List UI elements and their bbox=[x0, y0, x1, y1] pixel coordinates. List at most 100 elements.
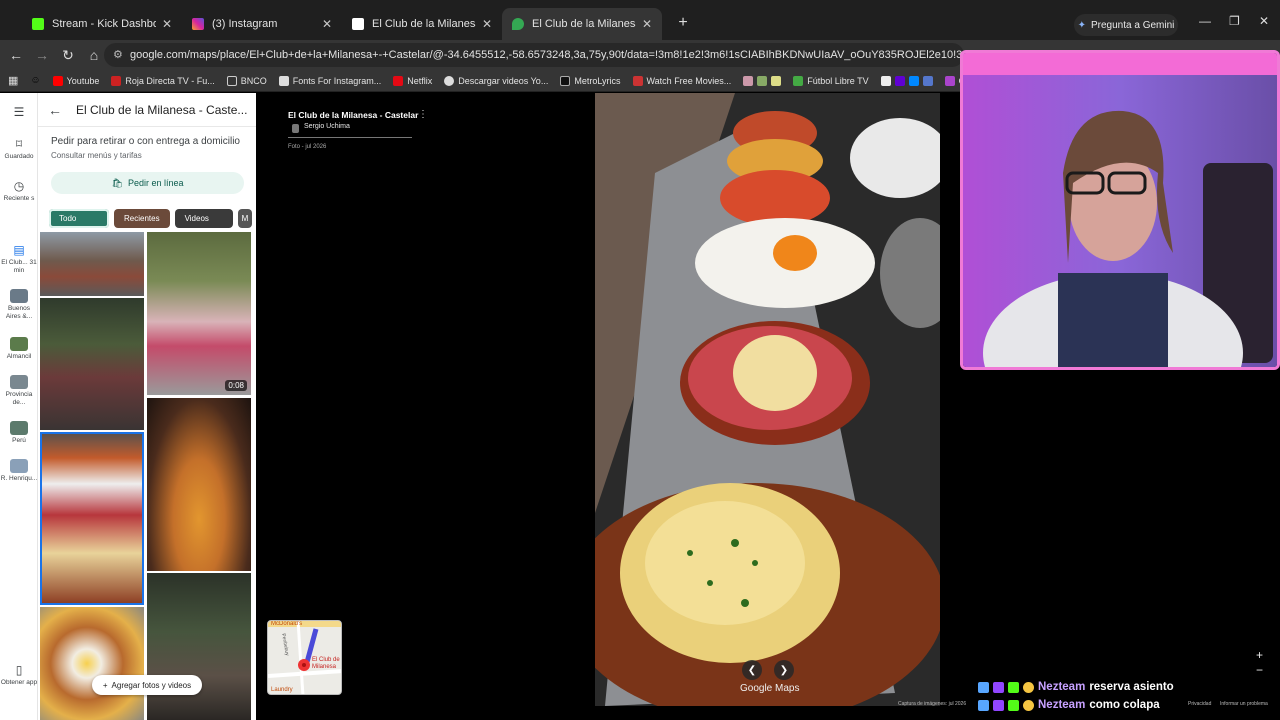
viewer-place-title[interactable]: El Club de la Milanesa - Castelar bbox=[288, 110, 418, 120]
mini-map-label: El Club de Milanesa bbox=[312, 657, 340, 670]
bookmark-metrolyrics[interactable]: MetroLyrics bbox=[560, 75, 621, 86]
rail-peru[interactable]: Perú bbox=[0, 421, 38, 445]
menu-link[interactable]: Consultar menús y tarifas bbox=[51, 151, 243, 160]
more-options-icon[interactable]: ⋮ bbox=[418, 109, 428, 120]
add-photos-button[interactable]: + Agregar fotos y videos bbox=[92, 675, 202, 695]
restore-icon[interactable]: ❐ bbox=[1229, 14, 1240, 28]
bookmark-netflix[interactable]: Netflix bbox=[393, 75, 432, 86]
bookmark-futbol[interactable]: Fútbol Libre TV bbox=[793, 75, 869, 86]
forward-icon[interactable]: → bbox=[30, 47, 54, 63]
site-info-icon[interactable]: ⚙ bbox=[113, 43, 123, 67]
bag-icon: 🛍 bbox=[111, 177, 123, 188]
rail-get-app[interactable]: ▯ Obtener app bbox=[0, 663, 38, 687]
play-icon bbox=[444, 75, 455, 86]
chip-all[interactable]: Todo bbox=[49, 209, 109, 228]
reload-icon[interactable]: ↻ bbox=[56, 47, 80, 64]
photo-thumbnail[interactable] bbox=[40, 607, 144, 720]
close-icon[interactable]: ✕ bbox=[162, 17, 172, 31]
coloss-icon bbox=[944, 75, 955, 86]
new-tab-button[interactable]: + bbox=[672, 12, 694, 34]
chip-recent[interactable]: Recientes bbox=[114, 209, 170, 228]
misc-icon bbox=[880, 75, 891, 86]
kick-icon bbox=[32, 18, 44, 30]
order-online-button[interactable]: 🛍 Pedir en línea bbox=[51, 172, 244, 194]
add-photos-label: Agregar fotos y videos bbox=[111, 680, 192, 690]
back-arrow-icon[interactable]: ← bbox=[48, 102, 62, 118]
tab-maps[interactable]: El Club de la Milanesa - Castel ✕ bbox=[502, 8, 662, 40]
home-icon[interactable]: ⌂ bbox=[82, 47, 106, 63]
photo-thumbnail-selected[interactable] bbox=[40, 432, 144, 605]
author-avatar[interactable] bbox=[292, 124, 299, 133]
rail-provincia[interactable]: Provincia de... bbox=[0, 375, 38, 407]
report-problem-link[interactable]: Informar un problema bbox=[1220, 701, 1268, 707]
photo-thumbnail[interactable] bbox=[40, 232, 144, 296]
url-text: google.com/maps/place/El+Club+de+la+Mila… bbox=[130, 49, 964, 61]
photo-thumbnail[interactable] bbox=[40, 298, 144, 430]
rail-almancil[interactable]: Almancil bbox=[0, 337, 38, 361]
chat-username: Nezteam bbox=[1038, 699, 1086, 711]
chip-more[interactable]: M bbox=[237, 209, 253, 228]
photo-thumbnail[interactable]: 0:08 bbox=[147, 232, 251, 395]
webcam-feed bbox=[963, 53, 1277, 367]
hamburger-icon: ☰ bbox=[13, 105, 25, 119]
rail-recent[interactable]: ◷ Reciente s bbox=[0, 179, 38, 203]
order-section: Pedir para retirar o con entrega a domic… bbox=[38, 127, 256, 160]
shazam-icon bbox=[908, 75, 919, 86]
url-field[interactable]: ⚙ google.com/maps/place/El+Club+de+la+Mi… bbox=[104, 43, 964, 67]
bookmark-extra-icons[interactable] bbox=[880, 75, 933, 86]
rail-label: Reciente s bbox=[3, 195, 35, 202]
zoom-out-button[interactable]: − bbox=[1256, 663, 1263, 677]
bookmark-fonts[interactable]: Fonts For Instagram... bbox=[278, 75, 382, 86]
gemini-label: Pregunta a Gemini bbox=[1091, 19, 1175, 31]
tab-title: El Club de la Milanesa - Castel bbox=[532, 18, 636, 30]
emoji-icon[interactable]: ☺ bbox=[30, 75, 40, 86]
close-window-icon[interactable]: ✕ bbox=[1259, 14, 1269, 28]
tab-title: Stream - Kick Dashboard bbox=[52, 18, 156, 30]
tab-milanesa-site[interactable]: El Club de la Milanesa – milane ✕ bbox=[342, 8, 502, 40]
misc-icon bbox=[743, 75, 754, 86]
rail-el-club[interactable]: ▤ El Club... 31 min bbox=[0, 243, 38, 275]
bookmark-misc-icons[interactable] bbox=[743, 75, 782, 86]
photo-author[interactable]: Sergio Uchima bbox=[304, 123, 350, 130]
panel-header: ← El Club de la Milanesa - Caste... bbox=[38, 93, 256, 127]
mini-map[interactable]: McDonald's El Club de Milanesa Laundry P… bbox=[267, 620, 342, 695]
rail-buenos-aires[interactable]: Buenos Aires &... bbox=[0, 289, 38, 321]
rail-henriqu[interactable]: R. Henriqu... bbox=[0, 459, 38, 483]
badge-icon bbox=[993, 681, 1004, 693]
chat-message: Nezteam como colapa bbox=[978, 699, 1160, 711]
tab-kick[interactable]: Stream - Kick Dashboard ✕ bbox=[22, 8, 182, 40]
bookmark-youtube[interactable]: Youtube bbox=[52, 75, 99, 86]
chat-text: reserva asiento bbox=[1089, 681, 1174, 693]
bookmark-bnco[interactable]: BNCO bbox=[226, 75, 267, 86]
zoom-in-button[interactable]: + bbox=[1256, 648, 1263, 662]
menu-button[interactable]: ☰ bbox=[0, 105, 38, 121]
next-photo-button[interactable]: ❯ bbox=[774, 660, 794, 680]
main-food-photo bbox=[595, 93, 940, 706]
rail-label: Buenos Aires &... bbox=[5, 305, 33, 320]
rail-label: Provincia de... bbox=[5, 391, 33, 406]
privacy-link[interactable]: Privacidad bbox=[1188, 701, 1211, 707]
instagram-icon bbox=[192, 18, 204, 30]
bookmark-label: Fonts For Instagram... bbox=[292, 75, 382, 86]
close-icon[interactable]: ✕ bbox=[482, 17, 492, 31]
bookmark-label: MetroLyrics bbox=[574, 75, 621, 86]
badge-icon bbox=[993, 699, 1004, 711]
bookmark-roja[interactable]: Roja Directa TV - Fu... bbox=[111, 75, 215, 86]
apps-icon[interactable]: ▦ bbox=[8, 74, 18, 87]
tab-instagram[interactable]: (3) Instagram ✕ bbox=[182, 8, 342, 40]
bookmark-descargar[interactable]: Descargar videos Yo... bbox=[444, 75, 548, 86]
photo-thumbnail[interactable] bbox=[147, 573, 251, 720]
back-icon[interactable]: ← bbox=[4, 47, 28, 63]
close-icon[interactable]: ✕ bbox=[642, 17, 652, 31]
bookmark-movies[interactable]: Watch Free Movies... bbox=[632, 75, 731, 86]
minimize-icon[interactable]: — bbox=[1199, 14, 1211, 28]
place-thumb bbox=[10, 337, 28, 351]
rail-saved[interactable]: ⌑ Guardado bbox=[0, 137, 38, 161]
mini-map-label: McDonald's bbox=[271, 621, 303, 627]
previous-photo-button[interactable]: ❮ bbox=[742, 660, 762, 680]
close-icon[interactable]: ✕ bbox=[322, 17, 332, 31]
photo-thumbnail[interactable] bbox=[147, 398, 251, 571]
chip-videos[interactable]: Videos bbox=[174, 209, 233, 228]
gemini-button[interactable]: ✦ Pregunta a Gemini bbox=[1074, 14, 1178, 36]
rail-label: Guardado bbox=[4, 153, 34, 160]
